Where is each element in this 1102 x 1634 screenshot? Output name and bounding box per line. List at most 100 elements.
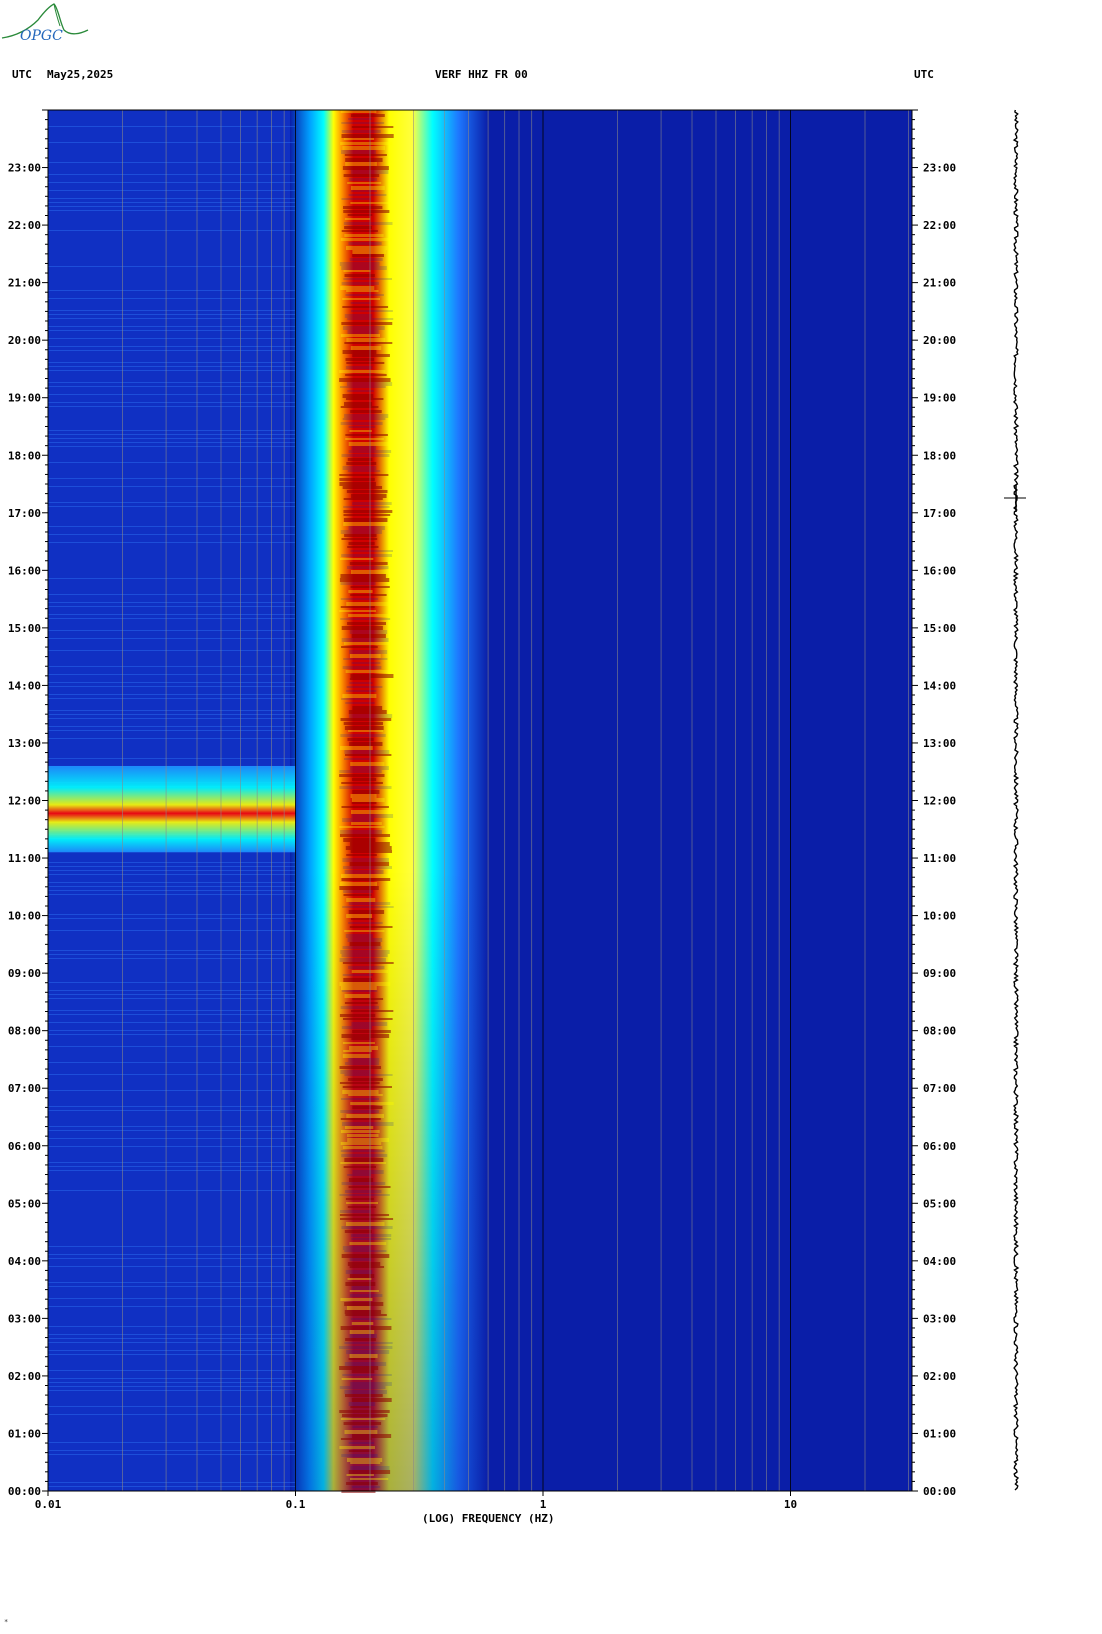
band-stripe	[345, 434, 388, 436]
band-stripe	[343, 722, 383, 725]
band-stripe	[341, 150, 376, 154]
band-stripe	[341, 638, 389, 642]
band-stripe	[351, 1022, 388, 1026]
band-stripe	[343, 518, 388, 522]
band-stripe	[342, 866, 392, 869]
lowfreq-stripe	[48, 1010, 296, 1011]
band-stripe	[348, 194, 387, 196]
band-stripe	[345, 366, 373, 369]
band-stripe	[340, 874, 392, 878]
y-tick-label-left: 08:00	[8, 1025, 41, 1038]
band-stripe	[350, 762, 385, 766]
lowfreq-stripe	[48, 594, 296, 595]
lowfreq-stripe	[48, 710, 296, 711]
band-stripe	[351, 126, 394, 128]
y-tick-label-left: 02:00	[8, 1370, 41, 1383]
lowfreq-stripe	[48, 1022, 296, 1023]
band-stripe	[345, 294, 384, 296]
band-stripe	[344, 870, 384, 874]
band-stripe	[350, 674, 394, 678]
y-tick-label-right: 22:00	[923, 219, 956, 232]
band-stripe	[339, 370, 386, 373]
band-stripe	[348, 714, 393, 718]
lowfreq-stripe	[48, 602, 296, 603]
y-tick-label-left: 00:00	[8, 1485, 41, 1498]
lowfreq-stripe	[48, 382, 296, 383]
band-stripe	[341, 1026, 372, 1029]
x-tick-label: 1	[540, 1498, 547, 1511]
band-stripe	[342, 1018, 393, 1020]
band-stripe	[345, 1222, 385, 1226]
y-tick-label-left: 04:00	[8, 1255, 41, 1268]
band-stripe	[344, 930, 385, 932]
lowfreq-stripe	[48, 694, 296, 695]
lowfreq-stripe	[48, 478, 296, 479]
band-stripe	[339, 610, 376, 612]
lowfreq-stripe	[48, 1130, 296, 1131]
band-stripe	[352, 1106, 383, 1109]
lowfreq-stripe	[48, 1046, 296, 1047]
band-stripe	[348, 966, 385, 969]
x-tick-label: 0.1	[286, 1498, 306, 1511]
band-stripe	[343, 838, 376, 842]
band-stripe	[345, 1270, 373, 1274]
band-stripe	[344, 1342, 393, 1344]
lowfreq-stripe	[48, 866, 296, 867]
band-stripe	[341, 1226, 393, 1229]
y-tick-label-right: 18:00	[923, 449, 956, 462]
lowfreq-stripe	[48, 362, 296, 363]
lowfreq-stripe	[48, 954, 296, 955]
band-stripe	[339, 1410, 390, 1413]
band-stripe	[347, 1262, 381, 1266]
x-tick-label: 0.01	[35, 1498, 62, 1511]
x-axis: 0.01 0.1 1 10	[35, 1491, 797, 1511]
band-stripe	[347, 1138, 389, 1142]
lowfreq-stripe	[48, 210, 296, 211]
band-stripe	[348, 442, 389, 446]
y-tick-label-right: 15:00	[923, 622, 956, 635]
band-stripe	[350, 186, 385, 190]
y-tick-label-left: 14:00	[8, 679, 41, 692]
band-stripe	[350, 114, 385, 117]
band-stripe	[350, 850, 393, 853]
band-stripe	[339, 1346, 393, 1349]
band-stripe	[345, 1394, 383, 1397]
band-stripe	[347, 214, 373, 216]
band-stripe	[343, 174, 380, 177]
band-stripe	[343, 206, 383, 209]
band-stripe	[340, 618, 391, 620]
band-stripe	[343, 1422, 382, 1425]
band-stripe	[341, 198, 372, 200]
band-stripe	[342, 146, 386, 150]
y-tick-label-right: 14:00	[923, 679, 956, 692]
band-stripe	[340, 1110, 379, 1113]
lowfreq-stripe	[48, 1190, 296, 1191]
band-stripe	[345, 690, 377, 692]
band-stripe	[351, 190, 377, 192]
band-stripe	[349, 942, 381, 946]
band-stripe	[344, 226, 373, 229]
band-stripe	[348, 910, 385, 914]
band-stripe	[343, 506, 390, 508]
y-tick-label-right: 13:00	[923, 737, 956, 750]
lowfreq-stripe	[48, 394, 296, 395]
band-stripe	[346, 686, 383, 688]
band-stripe	[341, 646, 378, 648]
band-stripe	[344, 1250, 387, 1252]
band-stripe	[349, 1266, 385, 1268]
y-tick-label-right: 07:00	[923, 1082, 956, 1095]
y-tick-label-left: 09:00	[8, 967, 41, 980]
band-stripe	[351, 662, 381, 664]
lowfreq-stripe	[48, 1246, 296, 1247]
band-stripe	[344, 1230, 372, 1233]
y-tick-label-left: 10:00	[8, 910, 41, 923]
lowfreq-stripe	[48, 666, 296, 667]
band-stripe	[346, 854, 377, 856]
band-stripe	[352, 1170, 384, 1174]
y-tick-label-right: 02:00	[923, 1370, 956, 1383]
lowfreq-stripe	[48, 1350, 296, 1351]
lowfreq-stripe	[48, 870, 296, 871]
y-tick-label-right: 19:00	[923, 392, 956, 405]
lowfreq-stripe	[48, 630, 296, 631]
band-stripe	[351, 814, 394, 818]
